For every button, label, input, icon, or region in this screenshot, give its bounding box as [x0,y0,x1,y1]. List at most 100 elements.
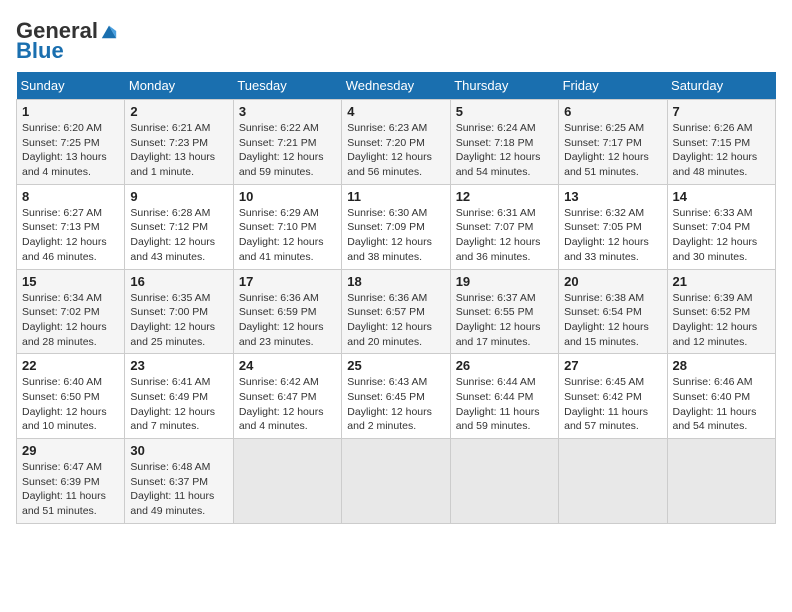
calendar-cell: 3 Sunrise: 6:22 AMSunset: 7:21 PMDaylight… [233,100,341,185]
day-info: Sunrise: 6:20 AMSunset: 7:25 PMDaylight:… [22,121,119,180]
calendar-cell: 23 Sunrise: 6:41 AMSunset: 6:49 PMDayligh… [125,354,233,439]
day-number: 20 [564,274,661,289]
day-info: Sunrise: 6:36 AMSunset: 6:59 PMDaylight:… [239,291,336,350]
calendar-cell: 30Sunrise: 6:48 AMSunset: 6:37 PMDayligh… [125,439,233,524]
day-info: Sunrise: 6:38 AMSunset: 6:54 PMDaylight:… [564,291,661,350]
calendar-header-saturday: Saturday [667,72,775,100]
day-number: 13 [564,189,661,204]
header: General Blue [16,16,776,62]
day-number: 14 [673,189,770,204]
day-info: Sunrise: 6:32 AMSunset: 7:05 PMDaylight:… [564,206,661,265]
day-number: 2 [130,104,227,119]
calendar-header-wednesday: Wednesday [342,72,450,100]
day-number: 29 [22,443,119,458]
day-number: 25 [347,358,444,373]
calendar-cell: 15 Sunrise: 6:34 AMSunset: 7:02 PMDayligh… [17,269,125,354]
calendar-cell: 28 Sunrise: 6:46 AMSunset: 6:40 PMDayligh… [667,354,775,439]
calendar-week-row: 15 Sunrise: 6:34 AMSunset: 7:02 PMDayligh… [17,269,776,354]
day-info: Sunrise: 6:34 AMSunset: 7:02 PMDaylight:… [22,291,119,350]
calendar-header-thursday: Thursday [450,72,558,100]
day-number: 26 [456,358,553,373]
calendar-cell: 20 Sunrise: 6:38 AMSunset: 6:54 PMDayligh… [559,269,667,354]
calendar-cell: 19Sunrise: 6:37 AMSunset: 6:55 PMDayligh… [450,269,558,354]
day-info: Sunrise: 6:43 AMSunset: 6:45 PMDaylight:… [347,375,444,434]
calendar-cell: 18 Sunrise: 6:36 AMSunset: 6:57 PMDayligh… [342,269,450,354]
day-info: Sunrise: 6:44 AMSunset: 6:44 PMDaylight:… [456,375,553,434]
calendar-table: SundayMondayTuesdayWednesdayThursdayFrid… [16,72,776,524]
day-info: Sunrise: 6:23 AMSunset: 7:20 PMDaylight:… [347,121,444,180]
logo-icon [100,22,118,40]
day-number: 9 [130,189,227,204]
day-number: 17 [239,274,336,289]
day-number: 1 [22,104,119,119]
day-info: Sunrise: 6:27 AMSunset: 7:13 PMDaylight:… [22,206,119,265]
day-number: 6 [564,104,661,119]
calendar-header-tuesday: Tuesday [233,72,341,100]
day-number: 23 [130,358,227,373]
day-info: Sunrise: 6:36 AMSunset: 6:57 PMDaylight:… [347,291,444,350]
calendar-cell [342,439,450,524]
calendar-week-row: 1 Sunrise: 6:20 AMSunset: 7:25 PMDaylight… [17,100,776,185]
calendar-cell: 21Sunrise: 6:39 AMSunset: 6:52 PMDayligh… [667,269,775,354]
calendar-cell: 24 Sunrise: 6:42 AMSunset: 6:47 PMDayligh… [233,354,341,439]
day-number: 12 [456,189,553,204]
day-number: 3 [239,104,336,119]
calendar-cell: 7 Sunrise: 6:26 AMSunset: 7:15 PMDaylight… [667,100,775,185]
day-info: Sunrise: 6:41 AMSunset: 6:49 PMDaylight:… [130,375,227,434]
calendar-cell: 26 Sunrise: 6:44 AMSunset: 6:44 PMDayligh… [450,354,558,439]
calendar-cell: 13 Sunrise: 6:32 AMSunset: 7:05 PMDayligh… [559,184,667,269]
calendar-cell: 12 Sunrise: 6:31 AMSunset: 7:07 PMDayligh… [450,184,558,269]
day-info: Sunrise: 6:25 AMSunset: 7:17 PMDaylight:… [564,121,661,180]
day-info: Sunrise: 6:42 AMSunset: 6:47 PMDaylight:… [239,375,336,434]
day-info: Sunrise: 6:45 AMSunset: 6:42 PMDaylight:… [564,375,661,434]
day-number: 15 [22,274,119,289]
calendar-header-row: SundayMondayTuesdayWednesdayThursdayFrid… [17,72,776,100]
day-number: 4 [347,104,444,119]
logo-blue-text: Blue [16,40,64,62]
calendar-week-row: 8 Sunrise: 6:27 AMSunset: 7:13 PMDaylight… [17,184,776,269]
calendar-cell: 25 Sunrise: 6:43 AMSunset: 6:45 PMDayligh… [342,354,450,439]
calendar-cell: 16Sunrise: 6:35 AMSunset: 7:00 PMDayligh… [125,269,233,354]
day-info: Sunrise: 6:26 AMSunset: 7:15 PMDaylight:… [673,121,770,180]
day-number: 30 [130,443,227,458]
day-number: 18 [347,274,444,289]
day-info: Sunrise: 6:40 AMSunset: 6:50 PMDaylight:… [22,375,119,434]
calendar-header-friday: Friday [559,72,667,100]
day-info: Sunrise: 6:47 AMSunset: 6:39 PMDaylight:… [22,460,119,519]
day-info: Sunrise: 6:30 AMSunset: 7:09 PMDaylight:… [347,206,444,265]
day-number: 22 [22,358,119,373]
day-number: 8 [22,189,119,204]
day-info: Sunrise: 6:22 AMSunset: 7:21 PMDaylight:… [239,121,336,180]
day-number: 7 [673,104,770,119]
calendar-cell: 17 Sunrise: 6:36 AMSunset: 6:59 PMDayligh… [233,269,341,354]
calendar-cell: 4 Sunrise: 6:23 AMSunset: 7:20 PMDaylight… [342,100,450,185]
calendar-week-row: 22 Sunrise: 6:40 AMSunset: 6:50 PMDayligh… [17,354,776,439]
calendar-cell: 11Sunrise: 6:30 AMSunset: 7:09 PMDayligh… [342,184,450,269]
day-info: Sunrise: 6:39 AMSunset: 6:52 PMDaylight:… [673,291,770,350]
day-info: Sunrise: 6:31 AMSunset: 7:07 PMDaylight:… [456,206,553,265]
calendar-cell: 14Sunrise: 6:33 AMSunset: 7:04 PMDayligh… [667,184,775,269]
day-number: 28 [673,358,770,373]
logo: General Blue [16,20,118,62]
day-info: Sunrise: 6:46 AMSunset: 6:40 PMDaylight:… [673,375,770,434]
calendar-cell: 29 Sunrise: 6:47 AMSunset: 6:39 PMDayligh… [17,439,125,524]
calendar-cell: 27 Sunrise: 6:45 AMSunset: 6:42 PMDayligh… [559,354,667,439]
day-number: 27 [564,358,661,373]
day-info: Sunrise: 6:24 AMSunset: 7:18 PMDaylight:… [456,121,553,180]
calendar-cell: 6 Sunrise: 6:25 AMSunset: 7:17 PMDaylight… [559,100,667,185]
calendar-cell [233,439,341,524]
day-info: Sunrise: 6:35 AMSunset: 7:00 PMDaylight:… [130,291,227,350]
calendar-cell: 5 Sunrise: 6:24 AMSunset: 7:18 PMDaylight… [450,100,558,185]
calendar-cell: 8 Sunrise: 6:27 AMSunset: 7:13 PMDaylight… [17,184,125,269]
calendar-cell [450,439,558,524]
day-number: 5 [456,104,553,119]
calendar-week-row: 29 Sunrise: 6:47 AMSunset: 6:39 PMDayligh… [17,439,776,524]
calendar-cell: 9Sunrise: 6:28 AMSunset: 7:12 PMDaylight… [125,184,233,269]
calendar-header-monday: Monday [125,72,233,100]
day-number: 24 [239,358,336,373]
calendar-cell [559,439,667,524]
calendar-cell: 2Sunrise: 6:21 AMSunset: 7:23 PMDaylight… [125,100,233,185]
day-number: 10 [239,189,336,204]
calendar-cell: 1 Sunrise: 6:20 AMSunset: 7:25 PMDaylight… [17,100,125,185]
calendar-cell [667,439,775,524]
